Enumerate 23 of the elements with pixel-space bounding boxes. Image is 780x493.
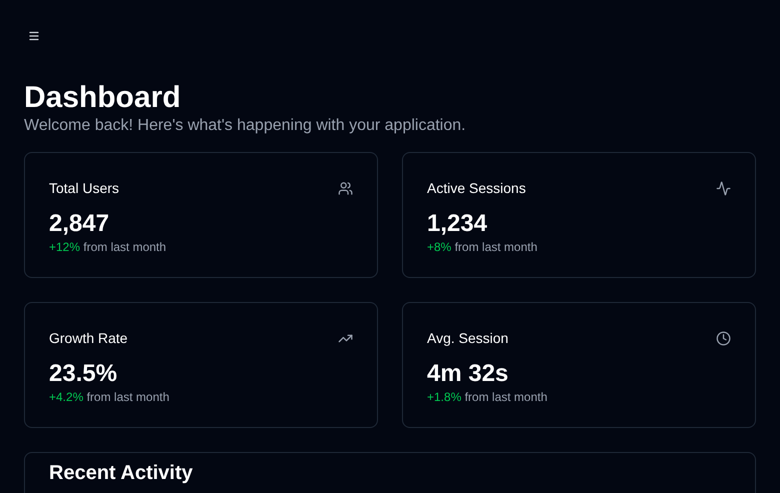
page-title: Dashboard bbox=[24, 80, 182, 116]
clock-icon bbox=[716, 331, 731, 346]
pulse-icon bbox=[716, 181, 731, 196]
stat-value: 1,234 bbox=[427, 209, 488, 239]
stat-change: +1.8% bbox=[427, 390, 462, 404]
stat-value: 23.5% bbox=[49, 359, 118, 389]
stat-value: 2,847 bbox=[49, 209, 110, 239]
stat-label: Total Users bbox=[49, 179, 120, 198]
stat-label: Growth Rate bbox=[49, 329, 128, 348]
stat-value: 4m 32s bbox=[427, 359, 510, 389]
stat-note: from last month bbox=[464, 390, 548, 404]
stat-label: Active Sessions bbox=[427, 179, 526, 198]
stat-note: from last month bbox=[83, 240, 166, 254]
stat-note: from last month bbox=[454, 240, 538, 254]
section-title: Recent Activity bbox=[49, 461, 194, 485]
menu-icon bbox=[28, 30, 40, 42]
stat-label: Avg. Session bbox=[427, 329, 508, 348]
stat-change: +8% bbox=[427, 240, 452, 254]
stat-note: from last month bbox=[86, 390, 170, 404]
users-icon bbox=[338, 181, 353, 196]
stat-change: +4.2% bbox=[49, 390, 84, 404]
page-subtitle: Welcome back! Here's what's happening with your application. bbox=[24, 116, 467, 136]
stat-change: +12% bbox=[49, 240, 80, 254]
